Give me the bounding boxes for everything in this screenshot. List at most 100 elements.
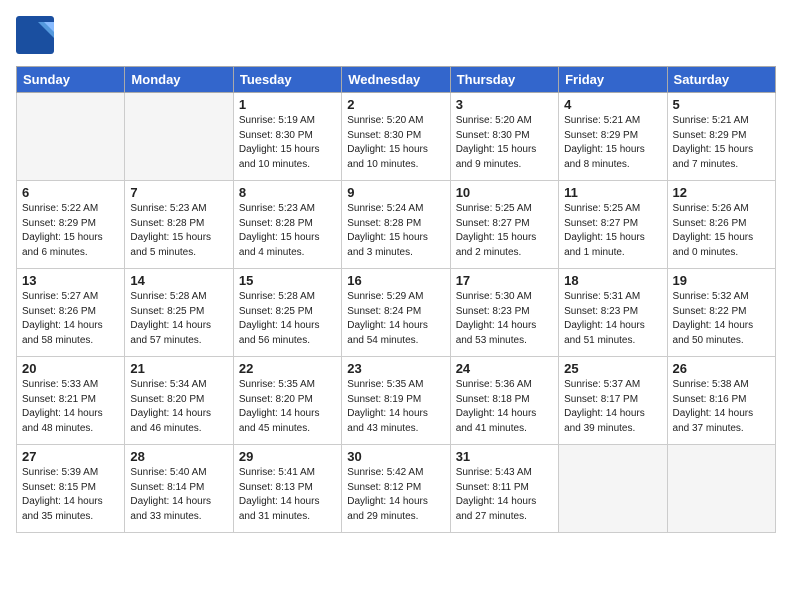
day-number: 18 [564, 273, 661, 288]
day-info: Sunrise: 5:28 AM Sunset: 8:25 PM Dayligh… [239, 290, 336, 348]
column-header-sunday: Sunday [17, 67, 125, 93]
week-row-5: 27 Sunrise: 5:39 AM Sunset: 8:15 PM Dayli… [17, 445, 776, 533]
calendar-cell: 30 Sunrise: 5:42 AM Sunset: 8:12 PM Dayli… [342, 445, 450, 533]
column-header-wednesday: Wednesday [342, 67, 450, 93]
day-info: Sunrise: 5:22 AM Sunset: 8:29 PM Dayligh… [22, 202, 119, 260]
day-number: 16 [347, 273, 444, 288]
column-header-friday: Friday [559, 67, 667, 93]
calendar-cell: 21 Sunrise: 5:34 AM Sunset: 8:20 PM Dayli… [125, 357, 233, 445]
day-number: 12 [673, 185, 770, 200]
calendar-cell: 16Sunrise: 5:29 AM Sunset: 8:24 PM Dayli… [342, 269, 450, 357]
day-number: 31 [456, 449, 553, 464]
calendar-cell: 11 Sunrise: 5:25 AM Sunset: 8:27 PM Dayli… [559, 181, 667, 269]
day-number: 15 [239, 273, 336, 288]
day-info: Sunrise: 5:25 AM Sunset: 8:27 PM Dayligh… [564, 202, 661, 260]
calendar-cell: 26 Sunrise: 5:38 AM Sunset: 8:16 PM Dayli… [667, 357, 775, 445]
column-header-monday: Monday [125, 67, 233, 93]
day-number: 21 [130, 361, 227, 376]
calendar-cell: 14 Sunrise: 5:28 AM Sunset: 8:25 PM Dayli… [125, 269, 233, 357]
day-info: Sunrise: 5:32 AM Sunset: 8:22 PM Dayligh… [673, 290, 770, 348]
calendar-cell: 19Sunrise: 5:32 AM Sunset: 8:22 PM Dayli… [667, 269, 775, 357]
day-info: Sunrise: 5:41 AM Sunset: 8:13 PM Dayligh… [239, 466, 336, 524]
calendar-cell: 13 Sunrise: 5:27 AM Sunset: 8:26 PM Dayli… [17, 269, 125, 357]
calendar-cell: 28Sunrise: 5:40 AM Sunset: 8:14 PM Dayli… [125, 445, 233, 533]
calendar-cell: 9 Sunrise: 5:24 AM Sunset: 8:28 PM Daylig… [342, 181, 450, 269]
day-info: Sunrise: 5:43 AM Sunset: 8:11 PM Dayligh… [456, 466, 553, 524]
calendar-cell [559, 445, 667, 533]
day-number: 14 [130, 273, 227, 288]
day-info: Sunrise: 5:21 AM Sunset: 8:29 PM Dayligh… [564, 114, 661, 172]
day-info: Sunrise: 5:34 AM Sunset: 8:20 PM Dayligh… [130, 378, 227, 436]
calendar-table: SundayMondayTuesdayWednesdayThursdayFrid… [16, 66, 776, 533]
calendar-body: 1 Sunrise: 5:19 AM Sunset: 8:30 PM Daylig… [17, 93, 776, 533]
calendar-cell: 6 Sunrise: 5:22 AM Sunset: 8:29 PM Daylig… [17, 181, 125, 269]
day-info: Sunrise: 5:40 AM Sunset: 8:14 PM Dayligh… [130, 466, 227, 524]
calendar-cell: 22Sunrise: 5:35 AM Sunset: 8:20 PM Dayli… [233, 357, 341, 445]
calendar-cell: 18Sunrise: 5:31 AM Sunset: 8:23 PM Dayli… [559, 269, 667, 357]
calendar-cell: 20 Sunrise: 5:33 AM Sunset: 8:21 PM Dayli… [17, 357, 125, 445]
calendar-cell: 15 Sunrise: 5:28 AM Sunset: 8:25 PM Dayli… [233, 269, 341, 357]
day-info: Sunrise: 5:27 AM Sunset: 8:26 PM Dayligh… [22, 290, 119, 348]
day-number: 22 [239, 361, 336, 376]
column-header-saturday: Saturday [667, 67, 775, 93]
day-number: 2 [347, 97, 444, 112]
day-info: Sunrise: 5:26 AM Sunset: 8:26 PM Dayligh… [673, 202, 770, 260]
day-info: Sunrise: 5:19 AM Sunset: 8:30 PM Dayligh… [239, 114, 336, 172]
day-info: Sunrise: 5:35 AM Sunset: 8:19 PM Dayligh… [347, 378, 444, 436]
calendar-cell: 5 Sunrise: 5:21 AM Sunset: 8:29 PM Daylig… [667, 93, 775, 181]
week-row-4: 20 Sunrise: 5:33 AM Sunset: 8:21 PM Dayli… [17, 357, 776, 445]
day-info: Sunrise: 5:28 AM Sunset: 8:25 PM Dayligh… [130, 290, 227, 348]
week-row-3: 13 Sunrise: 5:27 AM Sunset: 8:26 PM Dayli… [17, 269, 776, 357]
day-number: 10 [456, 185, 553, 200]
day-info: Sunrise: 5:36 AM Sunset: 8:18 PM Dayligh… [456, 378, 553, 436]
calendar-cell: 4 Sunrise: 5:21 AM Sunset: 8:29 PM Daylig… [559, 93, 667, 181]
calendar-cell [17, 93, 125, 181]
day-info: Sunrise: 5:42 AM Sunset: 8:12 PM Dayligh… [347, 466, 444, 524]
calendar-cell: 23 Sunrise: 5:35 AM Sunset: 8:19 PM Dayli… [342, 357, 450, 445]
calendar-cell [125, 93, 233, 181]
logo-icon [16, 16, 54, 54]
calendar-cell [667, 445, 775, 533]
calendar-cell: 29 Sunrise: 5:41 AM Sunset: 8:13 PM Dayli… [233, 445, 341, 533]
day-info: Sunrise: 5:21 AM Sunset: 8:29 PM Dayligh… [673, 114, 770, 172]
day-info: Sunrise: 5:38 AM Sunset: 8:16 PM Dayligh… [673, 378, 770, 436]
calendar-cell: 10Sunrise: 5:25 AM Sunset: 8:27 PM Dayli… [450, 181, 558, 269]
day-number: 8 [239, 185, 336, 200]
calendar-cell: 25Sunrise: 5:37 AM Sunset: 8:17 PM Dayli… [559, 357, 667, 445]
calendar-cell: 7 Sunrise: 5:23 AM Sunset: 8:28 PM Daylig… [125, 181, 233, 269]
day-number: 27 [22, 449, 119, 464]
day-info: Sunrise: 5:23 AM Sunset: 8:28 PM Dayligh… [239, 202, 336, 260]
day-number: 23 [347, 361, 444, 376]
day-info: Sunrise: 5:24 AM Sunset: 8:28 PM Dayligh… [347, 202, 444, 260]
day-number: 6 [22, 185, 119, 200]
day-number: 5 [673, 97, 770, 112]
day-number: 9 [347, 185, 444, 200]
day-info: Sunrise: 5:30 AM Sunset: 8:23 PM Dayligh… [456, 290, 553, 348]
day-number: 24 [456, 361, 553, 376]
day-number: 26 [673, 361, 770, 376]
page-header [16, 16, 776, 54]
calendar-cell: 17 Sunrise: 5:30 AM Sunset: 8:23 PM Dayli… [450, 269, 558, 357]
day-number: 13 [22, 273, 119, 288]
day-number: 30 [347, 449, 444, 464]
calendar-cell: 8 Sunrise: 5:23 AM Sunset: 8:28 PM Daylig… [233, 181, 341, 269]
day-number: 4 [564, 97, 661, 112]
day-info: Sunrise: 5:33 AM Sunset: 8:21 PM Dayligh… [22, 378, 119, 436]
day-number: 1 [239, 97, 336, 112]
day-info: Sunrise: 5:39 AM Sunset: 8:15 PM Dayligh… [22, 466, 119, 524]
day-number: 17 [456, 273, 553, 288]
day-number: 7 [130, 185, 227, 200]
day-number: 11 [564, 185, 661, 200]
week-row-1: 1 Sunrise: 5:19 AM Sunset: 8:30 PM Daylig… [17, 93, 776, 181]
day-info: Sunrise: 5:20 AM Sunset: 8:30 PM Dayligh… [456, 114, 553, 172]
day-number: 20 [22, 361, 119, 376]
day-number: 3 [456, 97, 553, 112]
day-number: 29 [239, 449, 336, 464]
calendar-cell: 2Sunrise: 5:20 AM Sunset: 8:30 PM Daylig… [342, 93, 450, 181]
calendar-cell: 1 Sunrise: 5:19 AM Sunset: 8:30 PM Daylig… [233, 93, 341, 181]
day-info: Sunrise: 5:23 AM Sunset: 8:28 PM Dayligh… [130, 202, 227, 260]
day-number: 25 [564, 361, 661, 376]
calendar-cell: 3 Sunrise: 5:20 AM Sunset: 8:30 PM Daylig… [450, 93, 558, 181]
calendar-cell: 24 Sunrise: 5:36 AM Sunset: 8:18 PM Dayli… [450, 357, 558, 445]
column-header-tuesday: Tuesday [233, 67, 341, 93]
